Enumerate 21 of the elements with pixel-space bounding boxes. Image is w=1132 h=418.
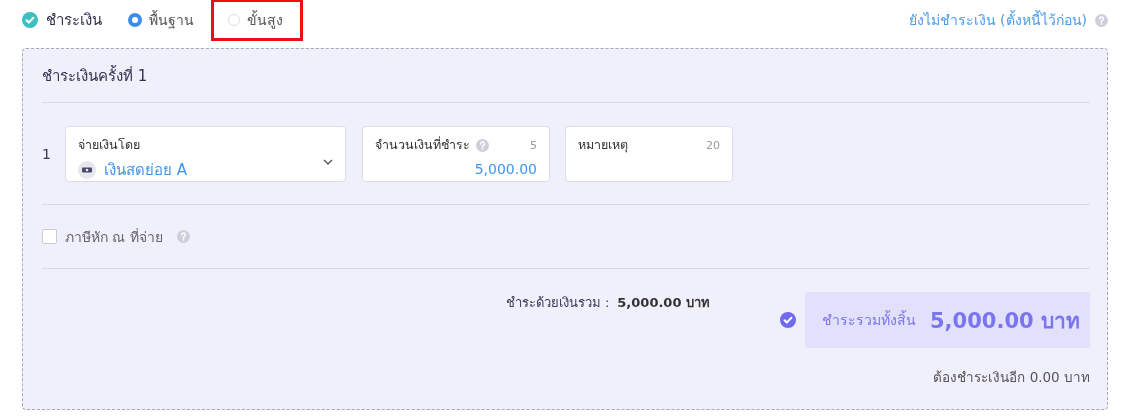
checkbox[interactable] <box>42 229 57 244</box>
payment-method-dropdown[interactable]: จ่ายเงินโดย เงินสดย่อย A <box>65 126 346 182</box>
cash-icon <box>78 161 96 179</box>
radio-button[interactable] <box>128 13 142 27</box>
section-title: ชำระเงิน <box>46 10 102 31</box>
amount-field[interactable]: จำนวนเงินที่ชำระ 5 5,000.00 <box>362 126 550 182</box>
subtotal-label: ชำระด้วยเงินรวม : <box>505 294 610 310</box>
remaining-amount: ต้องชำระเงินอีก 0.00 บาท <box>933 368 1090 387</box>
radio-label[interactable]: พื้นฐาน <box>149 9 194 31</box>
note-field[interactable]: หมายเหตุ 20 <box>565 126 733 182</box>
radio-label[interactable]: ขั้นสูง <box>247 9 283 31</box>
subtotal-value: 5,000.00 บาท <box>617 294 710 310</box>
help-icon[interactable] <box>176 230 190 243</box>
help-icon[interactable] <box>476 138 489 152</box>
total-value: 5,000.00 บาท <box>930 307 1080 335</box>
help-icon[interactable] <box>1095 13 1108 27</box>
row-number: 1 <box>42 146 49 162</box>
total-label: ชำระรวมทั้งสิ้น <box>822 309 916 330</box>
panel-title: ชำระเงินครั้งที่ 1 <box>42 64 148 87</box>
caret-icon <box>323 159 333 165</box>
checkbox-label[interactable]: ภาษีหัก ณ ที่จ่าย <box>65 225 163 248</box>
